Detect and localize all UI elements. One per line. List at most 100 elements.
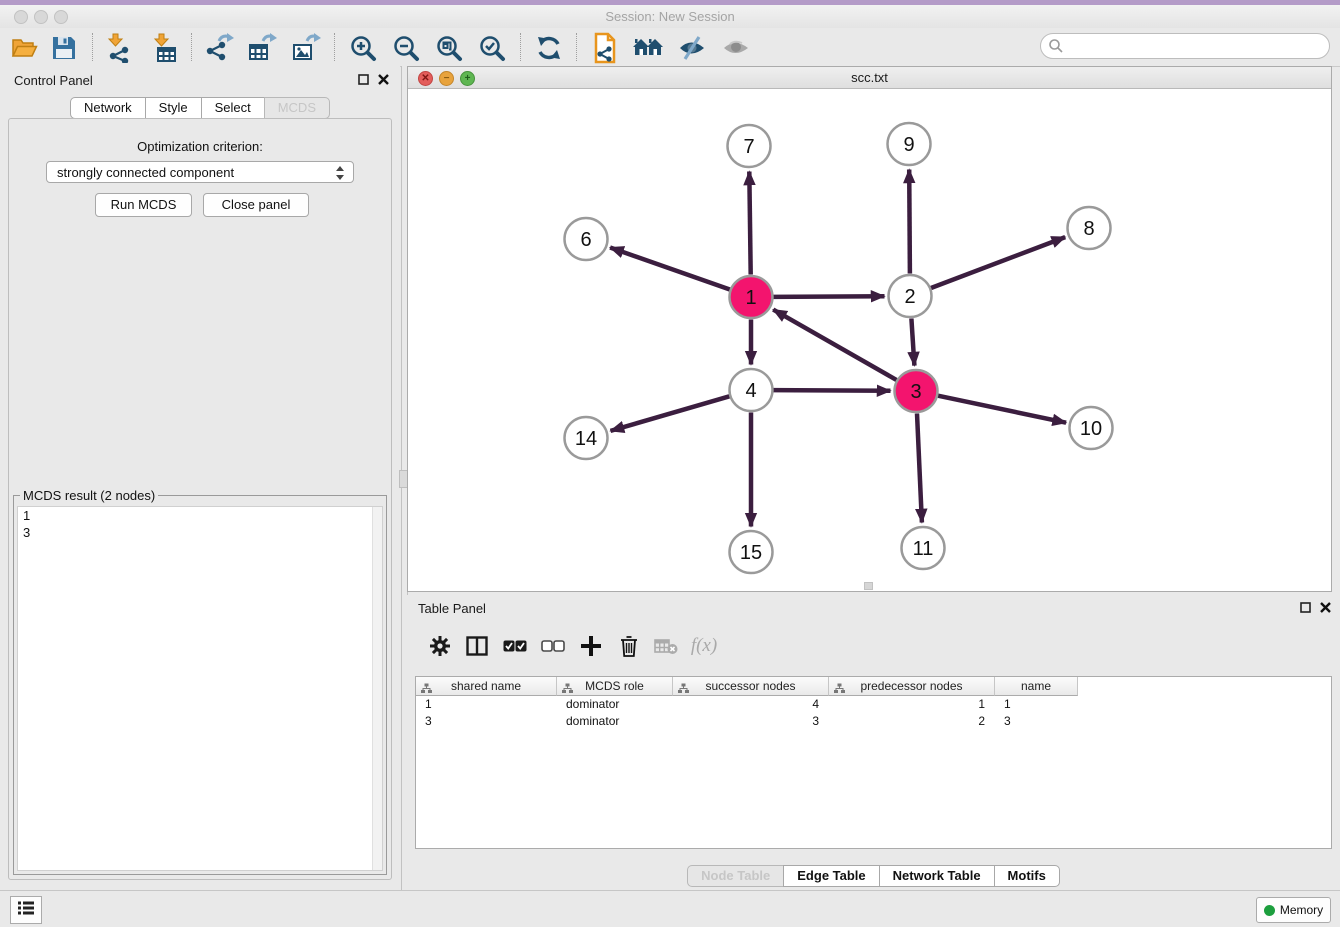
cell-name[interactable]: 1 bbox=[995, 696, 1078, 713]
graph-edge-1-2[interactable] bbox=[774, 296, 885, 297]
cell-name[interactable]: 3 bbox=[995, 713, 1078, 730]
search-input[interactable] bbox=[1040, 33, 1330, 59]
graph-node-2[interactable]: 2 bbox=[889, 275, 932, 317]
network-minimize-icon[interactable]: − bbox=[439, 71, 454, 86]
show-details-icon[interactable] bbox=[720, 32, 752, 64]
toolbar-separator bbox=[191, 33, 192, 61]
import-network-icon[interactable] bbox=[104, 32, 136, 64]
import-table-icon[interactable] bbox=[150, 32, 182, 64]
column-header-mcds-role[interactable]: MCDS role bbox=[557, 677, 673, 696]
graph-edge-1-7[interactable] bbox=[749, 172, 750, 275]
homes-icon[interactable] bbox=[632, 32, 664, 64]
graph-node-4[interactable]: 4 bbox=[730, 369, 773, 411]
graph-edge-2-8[interactable] bbox=[931, 237, 1065, 288]
mcds-result-list[interactable]: 1 3 bbox=[17, 506, 383, 871]
scrollbar-track[interactable] bbox=[372, 507, 382, 870]
cell-successor-nodes[interactable]: 3 bbox=[673, 713, 829, 730]
column-header-name[interactable]: name bbox=[995, 677, 1078, 696]
graph-node-label: 9 bbox=[903, 134, 914, 156]
hide-details-icon[interactable] bbox=[676, 32, 708, 64]
graph-node-8[interactable]: 8 bbox=[1068, 207, 1111, 249]
refresh-icon[interactable] bbox=[533, 32, 565, 64]
tab-node-table[interactable]: Node Table bbox=[687, 865, 784, 887]
tab-select[interactable]: Select bbox=[201, 97, 265, 119]
window-minimize-button[interactable] bbox=[34, 10, 48, 24]
float-panel-icon[interactable] bbox=[357, 73, 370, 86]
column-header-predecessor-nodes[interactable]: predecessor nodes bbox=[829, 677, 995, 696]
delete-icon[interactable] bbox=[616, 633, 642, 659]
resize-grip[interactable] bbox=[864, 582, 873, 590]
graph-edge-3-11[interactable] bbox=[917, 414, 922, 523]
graph-node-7[interactable]: 7 bbox=[728, 125, 771, 167]
graph-edge-2-9[interactable] bbox=[909, 170, 910, 274]
column-header-shared-name[interactable]: shared name bbox=[416, 677, 557, 696]
tab-network-table[interactable]: Network Table bbox=[879, 865, 995, 887]
graph-node-15[interactable]: 15 bbox=[730, 531, 773, 573]
zoom-in-icon[interactable] bbox=[347, 32, 379, 64]
clone-network-icon[interactable] bbox=[588, 32, 620, 64]
node-table[interactable]: shared name MCDS role successor nodes pr… bbox=[415, 676, 1332, 849]
open-session-icon[interactable] bbox=[8, 32, 40, 64]
tab-network[interactable]: Network bbox=[70, 97, 146, 119]
graph-node-9[interactable]: 9 bbox=[888, 123, 931, 165]
zoom-selected-icon[interactable] bbox=[476, 32, 508, 64]
dropdown-value: strongly connected component bbox=[57, 165, 234, 180]
graph-node-label: 11 bbox=[913, 538, 934, 560]
table-row[interactable]: 1 dominator 4 1 1 bbox=[416, 696, 1078, 713]
tab-mcds[interactable]: MCDS bbox=[264, 97, 330, 119]
window-close-button[interactable] bbox=[14, 10, 28, 24]
graph-edge-4-14[interactable] bbox=[611, 396, 730, 431]
graph-node-6[interactable]: 6 bbox=[565, 218, 608, 260]
graph-edge-1-6[interactable] bbox=[610, 248, 730, 290]
graph-edge-3-1[interactable] bbox=[773, 310, 896, 380]
column-header-successor-nodes[interactable]: successor nodes bbox=[673, 677, 829, 696]
export-network-icon[interactable] bbox=[203, 32, 235, 64]
graph-node-3[interactable]: 3 bbox=[895, 370, 938, 412]
select-all-columns-icon[interactable] bbox=[502, 633, 528, 659]
run-mcds-button[interactable]: Run MCDS bbox=[95, 193, 192, 217]
tab-edge-table[interactable]: Edge Table bbox=[783, 865, 879, 887]
graph-node-label: 10 bbox=[1080, 418, 1102, 440]
task-history-button[interactable] bbox=[10, 896, 42, 924]
cell-shared-name[interactable]: 3 bbox=[416, 713, 557, 730]
zoom-out-icon[interactable] bbox=[390, 32, 422, 64]
network-maximize-icon[interactable]: + bbox=[460, 71, 475, 86]
split-columns-icon[interactable] bbox=[464, 633, 490, 659]
export-table-icon[interactable] bbox=[246, 32, 278, 64]
window-title: Session: New Session bbox=[0, 5, 1340, 28]
settings-gear-icon[interactable] bbox=[427, 633, 453, 659]
graph-node-1[interactable]: 1 bbox=[730, 276, 773, 318]
close-panel-button[interactable]: Close panel bbox=[203, 193, 309, 217]
cell-predecessor-nodes[interactable]: 2 bbox=[829, 713, 995, 730]
network-window-titlebar[interactable]: ✕ − + scc.txt bbox=[408, 67, 1331, 89]
toolbar-separator bbox=[334, 33, 335, 61]
graph-edge-2-3[interactable] bbox=[911, 319, 914, 366]
export-image-icon[interactable] bbox=[290, 32, 322, 64]
save-session-icon[interactable] bbox=[48, 32, 80, 64]
network-canvas[interactable]: 7 9 6 8 1 2 4 3 14 10 15 11 bbox=[408, 89, 1331, 591]
tab-style[interactable]: Style bbox=[145, 97, 202, 119]
cell-mcds-role[interactable]: dominator bbox=[557, 696, 673, 713]
cell-successor-nodes[interactable]: 4 bbox=[673, 696, 829, 713]
graph-edge-3-10[interactable] bbox=[938, 396, 1066, 423]
deselect-all-columns-icon[interactable] bbox=[540, 633, 566, 659]
close-panel-icon[interactable] bbox=[377, 73, 390, 86]
tab-motifs[interactable]: Motifs bbox=[994, 865, 1060, 887]
network-close-icon[interactable]: ✕ bbox=[418, 71, 433, 86]
cell-mcds-role[interactable]: dominator bbox=[557, 713, 673, 730]
close-panel-icon[interactable] bbox=[1319, 601, 1332, 614]
graph-node-14[interactable]: 14 bbox=[565, 417, 608, 459]
zoom-fit-icon[interactable] bbox=[433, 32, 465, 64]
function-builder-icon: f(x) bbox=[687, 633, 721, 659]
graph-node-10[interactable]: 10 bbox=[1070, 407, 1113, 449]
cell-shared-name[interactable]: 1 bbox=[416, 696, 557, 713]
optimization-criterion-select[interactable]: strongly connected component bbox=[46, 161, 354, 183]
memory-button[interactable]: Memory bbox=[1256, 897, 1331, 923]
window-zoom-button[interactable] bbox=[54, 10, 68, 24]
graph-edge-4-3[interactable] bbox=[774, 390, 891, 391]
graph-node-11[interactable]: 11 bbox=[902, 527, 945, 569]
table-row[interactable]: 3 dominator 3 2 3 bbox=[416, 713, 1078, 730]
cell-predecessor-nodes[interactable]: 1 bbox=[829, 696, 995, 713]
float-panel-icon[interactable] bbox=[1299, 601, 1312, 614]
add-icon[interactable] bbox=[578, 633, 604, 659]
